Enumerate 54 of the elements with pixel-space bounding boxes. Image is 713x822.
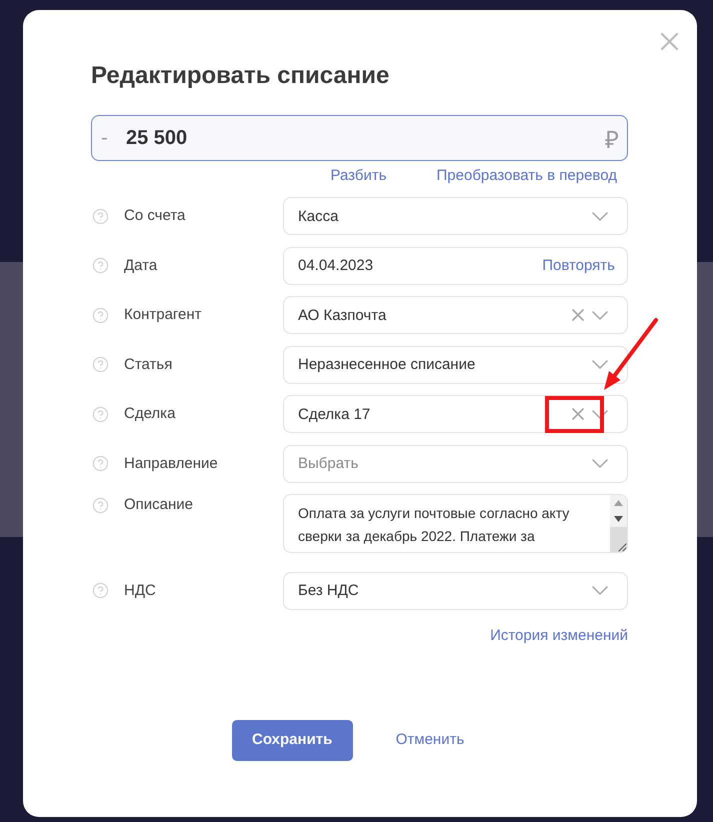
description-field[interactable]: Оплата за услуги почтовые согласно акту сверки за декабрь 2022. Платежи за bbox=[283, 494, 628, 553]
help-icon[interactable] bbox=[92, 257, 109, 274]
close-icon[interactable] bbox=[661, 33, 678, 50]
date-field[interactable]: 04.04.2023 Повторять bbox=[283, 246, 628, 284]
select-field[interactable]: Касса bbox=[283, 197, 628, 235]
chevron-down-icon[interactable] bbox=[592, 310, 608, 320]
clear-icon[interactable] bbox=[572, 408, 584, 420]
help-icon[interactable] bbox=[92, 496, 109, 514]
help-icon[interactable] bbox=[92, 406, 109, 422]
dialog-title: Редактировать списание bbox=[91, 61, 390, 91]
clear-icon[interactable] bbox=[572, 309, 584, 321]
select-field[interactable]: Неразнесенное списание bbox=[283, 346, 628, 384]
select-value: Без НДС bbox=[298, 582, 359, 599]
help-icon[interactable] bbox=[92, 582, 109, 599]
field-label: Со счета bbox=[124, 206, 186, 226]
resize-grip-icon[interactable] bbox=[617, 542, 627, 552]
help-icon[interactable] bbox=[92, 455, 109, 472]
cancel-button[interactable]: Отменить bbox=[396, 730, 464, 750]
chevron-down-icon[interactable] bbox=[592, 586, 608, 595]
select-value: Касса bbox=[298, 208, 338, 224]
field-label: Дата bbox=[124, 256, 158, 276]
date-value: 04.04.2023 bbox=[298, 257, 374, 274]
select-placeholder: Выбрать bbox=[298, 455, 358, 472]
scroll-up-icon[interactable] bbox=[614, 500, 623, 506]
field-label: Сделка bbox=[124, 404, 176, 424]
amount-sign: - bbox=[101, 126, 109, 150]
chevron-down-icon[interactable] bbox=[592, 410, 608, 418]
field-label: НДС bbox=[124, 580, 156, 600]
select-value: Неразнесенное списание bbox=[298, 356, 476, 373]
scrollbar[interactable] bbox=[610, 495, 627, 552]
help-icon[interactable] bbox=[92, 306, 109, 324]
field-label: Статья bbox=[124, 354, 172, 374]
currency-sign: ₽ bbox=[605, 126, 619, 154]
amount-value: 25 500 bbox=[126, 126, 188, 150]
select-field[interactable]: Без НДС bbox=[283, 572, 628, 610]
field-label: Контрагент bbox=[124, 305, 202, 325]
help-icon[interactable] bbox=[92, 356, 109, 373]
chevron-down-icon[interactable] bbox=[592, 459, 608, 468]
history-link[interactable]: История изменений bbox=[490, 624, 628, 646]
field-label: Описание bbox=[124, 495, 194, 515]
select-field[interactable]: АО Казпочта bbox=[283, 296, 628, 334]
field-label: Направление bbox=[124, 454, 218, 474]
select-value: Сделка 17 bbox=[298, 406, 370, 422]
help-icon[interactable] bbox=[92, 208, 109, 224]
description-text: Оплата за услуги почтовые согласно акту сверки за декабрь 2022. Платежи за bbox=[297, 504, 570, 546]
repeat-link[interactable]: Повторять bbox=[542, 257, 615, 274]
save-button[interactable]: Сохранить bbox=[232, 720, 353, 760]
amount-field[interactable]: - 25 500 ₽ bbox=[91, 115, 628, 161]
chevron-down-icon[interactable] bbox=[592, 360, 608, 369]
split-link[interactable]: Разбить bbox=[330, 165, 387, 187]
convert-link[interactable]: Преобразовать в перевод bbox=[436, 165, 617, 187]
scroll-down-icon[interactable] bbox=[614, 516, 623, 522]
chevron-down-icon[interactable] bbox=[592, 212, 608, 220]
select-value: АО Казпочта bbox=[298, 306, 386, 324]
